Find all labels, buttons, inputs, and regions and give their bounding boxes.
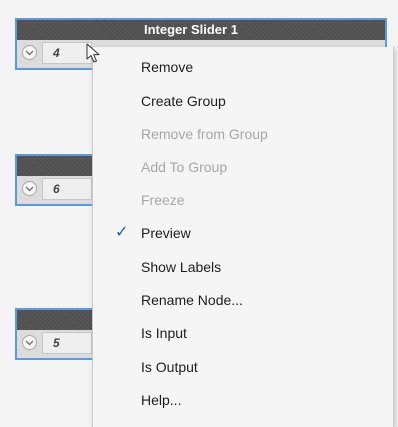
slider-value[interactable]: 4 (42, 42, 92, 64)
node-header[interactable]: Integer Slider 1 (17, 20, 385, 40)
check-icon: ✓ (115, 224, 129, 241)
menu-item-remove-from-group: Remove from Group (93, 117, 393, 151)
menu-item-show-labels[interactable]: Show Labels (93, 250, 393, 284)
slider-value[interactable]: 5 (42, 332, 92, 354)
menu-item-label: Is Input (141, 325, 187, 341)
menu-item-label: Freeze (141, 192, 185, 208)
menu-item-label: Is Output (141, 359, 198, 375)
slider-value[interactable]: 6 (42, 178, 92, 200)
menu-item-add-to-group: Add To Group (93, 150, 393, 184)
node-title: Integer Slider 1 (144, 22, 238, 37)
menu-item-rename-node[interactable]: Rename Node... (93, 283, 393, 317)
menu-item-help[interactable]: Help... (93, 383, 393, 417)
chevron-down-icon[interactable] (22, 45, 37, 60)
menu-item-label: Add To Group (141, 159, 228, 175)
menu-item-create-group[interactable]: Create Group (93, 84, 393, 118)
menu-item-is-output[interactable]: Is Output (93, 350, 393, 384)
menu-item-label: Remove from Group (141, 126, 268, 142)
menu-item-label: Create Group (141, 93, 226, 109)
menu-item-freeze: Freeze (93, 183, 393, 217)
context-menu: Remove Create Group Remove from Group Ad… (92, 47, 394, 427)
menu-item-preview[interactable]: ✓ Preview (93, 216, 393, 250)
chevron-down-icon[interactable] (22, 335, 37, 350)
menu-item-is-input[interactable]: Is Input (93, 316, 393, 350)
menu-item-label: Rename Node... (141, 292, 243, 308)
chevron-down-icon[interactable] (22, 181, 37, 196)
menu-item-label: Help... (141, 392, 182, 408)
menu-item-remove[interactable]: Remove (93, 50, 393, 84)
menu-item-label: Show Labels (141, 259, 222, 275)
mouse-pointer-icon (86, 43, 102, 70)
menu-item-label: Preview (141, 225, 191, 241)
menu-item-label: Remove (141, 59, 194, 75)
